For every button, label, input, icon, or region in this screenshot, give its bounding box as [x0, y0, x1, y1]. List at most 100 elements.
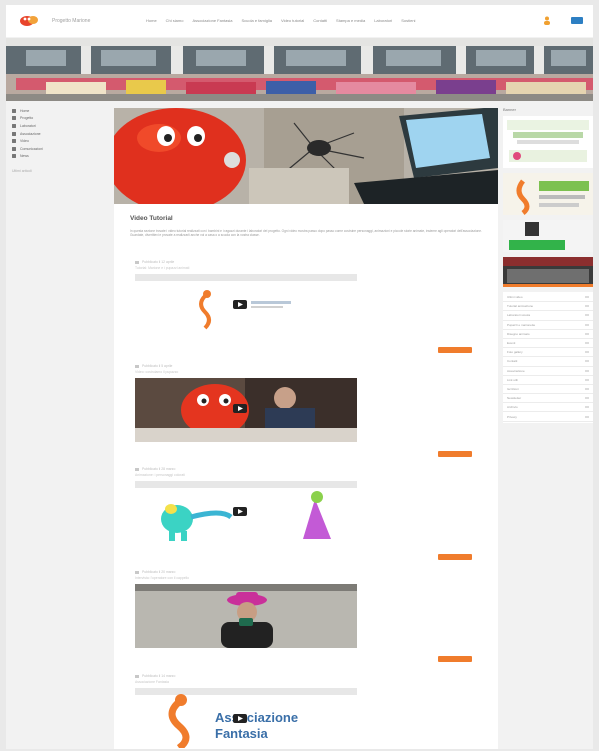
calendar-icon	[135, 364, 139, 368]
video-logo-text: Associazione	[215, 710, 298, 725]
list-item[interactable]: Privacy	[503, 412, 593, 422]
nav-item[interactable]: Home	[146, 18, 157, 23]
home-icon	[12, 108, 16, 113]
list-item[interactable]: Eventi	[503, 339, 593, 349]
post-subtitle[interactable]: Video: costruiamo il pupazzo	[135, 370, 475, 374]
nav-item[interactable]: Laboratori	[374, 18, 392, 23]
video-player[interactable]	[135, 274, 357, 338]
calendar-icon	[135, 674, 139, 678]
list-item[interactable]: Associazione	[503, 367, 593, 376]
list-item[interactable]: Pupazzi e marionette	[503, 321, 593, 330]
post-date: Pubblicato il 28 marzo	[142, 467, 176, 471]
post-date: Pubblicato il 5 aprile	[142, 364, 173, 368]
list-item[interactable]: Tutorial animazione	[503, 302, 593, 312]
video-player[interactable]	[135, 378, 357, 442]
nav-item[interactable]: Chi siamo	[166, 18, 184, 23]
nav-item[interactable]: Sostieni	[401, 18, 415, 23]
main-content: Video Tutorial In questa sezione trovate…	[114, 108, 498, 749]
main-menu: Home Chi siamo Associazione Fantasia Scu…	[146, 18, 424, 23]
post-meta: Pubblicato il 12 aprile	[135, 260, 475, 264]
list-item[interactable]: Iscrizioni	[503, 385, 593, 395]
sidebar-item-label: Video	[20, 139, 29, 144]
list-item[interactable]: Contatti	[503, 357, 593, 367]
calendar-icon	[135, 570, 139, 574]
calendar-icon	[135, 260, 139, 264]
post-date: Pubblicato il 14 marzo	[142, 674, 176, 678]
language-flag-icon[interactable]	[571, 17, 583, 24]
list-item[interactable]: Foto gallery	[503, 348, 593, 358]
banner-ad[interactable]	[503, 220, 593, 252]
nav-item[interactable]: Associazione Fantasia	[192, 18, 232, 23]
video-player[interactable]	[135, 481, 357, 545]
news-icon	[12, 154, 16, 159]
read-more-button[interactable]	[438, 656, 472, 662]
mail-icon	[12, 146, 16, 151]
sidebar-item-label: News	[20, 154, 29, 159]
site-logo[interactable]	[19, 14, 39, 27]
banner-ad[interactable]	[503, 257, 593, 287]
doc-icon	[12, 116, 16, 121]
sidebar-item-label: Progetto	[20, 116, 34, 121]
post-meta: Pubblicato il 5 aprile	[135, 364, 475, 368]
category-list: Ultimi video Tutorial animazione Laborat…	[503, 292, 593, 423]
sidebar-item-label: Associazione	[20, 131, 41, 136]
post-meta: Pubblicato il 20 marzo	[135, 570, 475, 574]
intro-text: In questa sezione trovate i video tutori…	[130, 229, 482, 238]
post-item: Pubblicato il 12 aprile Tutorial: Marion…	[135, 260, 475, 353]
post-meta: Pubblicato il 14 marzo	[135, 674, 475, 678]
read-more-button[interactable]	[438, 347, 472, 353]
read-more-button[interactable]	[438, 554, 472, 560]
sidebar-item-video[interactable]: Video	[12, 137, 102, 145]
banner-ad[interactable]	[503, 116, 593, 168]
list-item[interactable]: Newsletter	[503, 394, 593, 404]
video-player[interactable]: Associazione Fantasia	[135, 688, 357, 748]
post-item: Pubblicato il 20 marzo Intervista: l'ope…	[135, 570, 475, 662]
right-sidebar: Banner Ultimi video Tutorial animazione …	[503, 107, 593, 423]
sidebar-item-associazione[interactable]: Associazione	[12, 130, 102, 138]
sidebar-item-laboratori[interactable]: Laboratori	[12, 122, 102, 130]
right-sidebar-title: Banner	[503, 107, 516, 112]
post-date: Pubblicato il 12 aprile	[142, 260, 175, 264]
folder-icon	[12, 131, 16, 136]
header-photo	[6, 38, 593, 101]
nav-item[interactable]: Video tutorial	[281, 18, 304, 23]
user-icon[interactable]	[543, 16, 551, 25]
top-navigation: Progetto Marione Home Chi siamo Associaz…	[6, 5, 593, 37]
nav-item[interactable]: Stampa e media	[336, 18, 365, 23]
post-item: Pubblicato il 14 marzo Associazione Fant…	[135, 674, 475, 748]
list-item[interactable]: Link utili	[503, 376, 593, 385]
video-logo-text: Fantasia	[215, 726, 269, 741]
page-frame: Progetto Marione Home Chi siamo Associaz…	[6, 5, 593, 749]
page-title: Video Tutorial	[130, 215, 173, 222]
nav-item[interactable]: Scuola e famiglia	[242, 18, 272, 23]
banner-ad[interactable]	[503, 173, 593, 215]
tools-icon	[12, 123, 16, 128]
post-subtitle[interactable]: Animazione: i personaggi colorati	[135, 473, 475, 477]
post-subtitle[interactable]: Associazione Fantasia	[135, 680, 475, 684]
sidebar-item-label: Laboratori	[20, 123, 36, 128]
post-date: Pubblicato il 20 marzo	[142, 570, 176, 574]
hero-image	[114, 108, 498, 204]
site-name[interactable]: Progetto Marione	[52, 18, 90, 24]
sidebar-item-news[interactable]: News	[12, 153, 102, 161]
sidebar-item-label: Comunicazioni	[20, 146, 43, 151]
post-subtitle[interactable]: Intervista: l'operatore con il cappello	[135, 576, 475, 580]
sidebar-note[interactable]: Ultimi articoli	[12, 169, 102, 173]
sidebar-item-progetto[interactable]: Progetto	[12, 115, 102, 123]
video-icon	[12, 139, 16, 144]
list-item[interactable]: Archivio	[503, 403, 593, 413]
read-more-button[interactable]	[438, 451, 472, 457]
list-item[interactable]: Laboratori scuola	[503, 311, 593, 321]
post-meta: Pubblicato il 28 marzo	[135, 467, 475, 471]
nav-item[interactable]: Contatti	[313, 18, 327, 23]
list-item[interactable]: Disegno animato	[503, 330, 593, 339]
sidebar-item-label: Home	[20, 108, 30, 113]
post-item: Pubblicato il 5 aprile Video: costruiamo…	[135, 364, 475, 457]
list-item[interactable]: Ultimi video	[503, 293, 593, 303]
left-sidebar: Home Progetto Laboratori Associazione Vi…	[12, 107, 102, 173]
calendar-icon	[135, 467, 139, 471]
post-subtitle[interactable]: Tutorial: Marione e i pupazzi animati	[135, 266, 475, 270]
video-player[interactable]	[135, 584, 357, 648]
sidebar-item-comunicazioni[interactable]: Comunicazioni	[12, 145, 102, 153]
sidebar-item-home[interactable]: Home	[12, 107, 102, 115]
